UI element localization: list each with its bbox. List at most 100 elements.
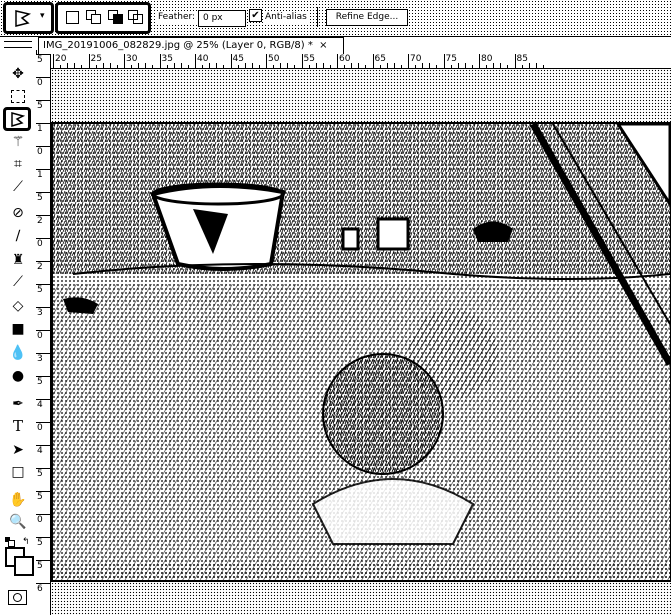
ruler-minor-tick: [365, 65, 367, 68]
toolbox-grip[interactable]: [4, 41, 32, 48]
document-tab[interactable]: IMG_20191006_082829.jpg @ 25% (Layer 0, …: [38, 37, 344, 54]
ruler-label: 5: [37, 101, 43, 111]
ruler-minor-tick: [109, 63, 111, 68]
ruler-tick: [36, 376, 50, 377]
ruler-label: 25: [90, 54, 102, 64]
ruler-label: 4: [37, 446, 43, 456]
ruler-tick: [36, 307, 50, 308]
ruler-minor-tick: [315, 63, 317, 68]
selection-mode-group: [55, 2, 151, 34]
ruler-tick: [36, 169, 50, 170]
ruler-tick: [36, 284, 50, 285]
ruler-tick: [124, 54, 125, 68]
pen-tool-icon[interactable]: ✒: [5, 394, 31, 414]
feather-input[interactable]: 0 px: [198, 10, 246, 27]
ruler-tick: [36, 353, 50, 354]
ruler-tick: [479, 54, 480, 68]
refine-edge-button[interactable]: Refine Edge...: [326, 9, 408, 26]
path-selection-tool-icon[interactable]: ➤: [5, 440, 31, 460]
ruler-tick: [36, 560, 50, 561]
ruler-label: 75: [445, 54, 457, 64]
ruler-tick: [36, 330, 50, 331]
ruler-label: 5: [37, 492, 43, 502]
type-tool-icon[interactable]: T: [5, 416, 31, 436]
brush-tool-icon[interactable]: ∕: [5, 226, 31, 246]
marquee-tool-icon[interactable]: [5, 86, 31, 106]
ruler-minor-tick: [145, 63, 147, 68]
ruler-minor-tick: [386, 63, 388, 68]
ruler-label: 6: [37, 584, 43, 594]
ruler-minor-tick: [500, 63, 502, 68]
ruler-minor-tick: [187, 65, 189, 68]
ruler-tick: [36, 514, 50, 515]
antialias-label: Anti-alias: [263, 11, 309, 24]
blur-tool-icon[interactable]: 💧: [5, 343, 31, 363]
ruler-tick: [301, 54, 303, 68]
crop-tool-icon[interactable]: ⌗: [5, 154, 31, 174]
ruler-minor-tick: [202, 65, 204, 68]
gradient-tool-icon[interactable]: ■: [5, 319, 31, 339]
ruler-tick: [53, 54, 54, 68]
ruler-minor-tick: [95, 65, 97, 68]
ruler-minor-tick: [251, 63, 253, 68]
healing-brush-tool-icon[interactable]: ⊘: [5, 203, 31, 223]
default-colors-icon[interactable]: [5, 537, 15, 547]
ruler-label: 5: [37, 469, 43, 479]
move-tool-icon[interactable]: ✥: [5, 64, 31, 84]
clone-stamp-tool-icon[interactable]: ♜: [5, 250, 31, 270]
divider: [317, 7, 318, 27]
new-selection-icon[interactable]: [66, 11, 79, 24]
document-image[interactable]: [51, 122, 671, 582]
ruler-minor-tick: [379, 65, 381, 68]
quick-mask-icon[interactable]: [8, 590, 27, 605]
ruler-label: 50: [268, 54, 280, 64]
ruler-tick: [36, 468, 50, 469]
document-title: IMG_20191006_082829.jpg @ 25% (Layer 0, …: [43, 40, 313, 51]
ruler-minor-tick: [152, 65, 154, 68]
swap-colors-icon[interactable]: ↰: [22, 537, 30, 547]
ruler-minor-tick: [507, 65, 509, 68]
ruler-tick: [230, 54, 232, 68]
ruler-label: 55: [303, 54, 315, 64]
ruler-minor-tick: [180, 63, 182, 68]
background-color-swatch[interactable]: [14, 556, 34, 576]
hand-tool-icon[interactable]: ✋: [5, 490, 31, 510]
ruler-minor-tick: [308, 65, 310, 68]
ruler-minor-tick: [450, 65, 452, 68]
ruler-tick: [159, 54, 161, 68]
rectangle-tool-icon[interactable]: □: [5, 462, 31, 482]
antialias-checkbox[interactable]: ✔: [249, 9, 262, 22]
ruler-tick: [36, 422, 50, 423]
tool-preset-picker[interactable]: ▾: [3, 2, 54, 34]
close-icon[interactable]: ×: [319, 40, 327, 51]
ruler-minor-tick: [166, 65, 168, 68]
ruler-minor-tick: [457, 63, 459, 68]
ruler-tick: [88, 54, 90, 68]
ruler-label: 0: [37, 423, 43, 433]
eyedropper-tool-icon[interactable]: ⟋: [5, 177, 31, 197]
ruler-minor-tick: [486, 65, 488, 68]
zoom-tool-icon[interactable]: 🔍: [5, 512, 31, 532]
ruler-minor-tick: [521, 65, 523, 68]
options-bar: ▾ Feather: 0 px ✔ Anti-alias Refine Edge…: [0, 0, 671, 37]
magic-wand-tool-icon[interactable]: ⚚: [5, 132, 31, 152]
ruler-label: 0: [37, 331, 43, 341]
ruler-minor-tick: [280, 63, 282, 68]
ruler-label: 1: [37, 124, 43, 134]
toolbox: ✥ ⚚ ⌗ ⟋ ⊘ ∕ ♜ ⟋ ◇ ■ 💧 ● ✒ T ➤ □ ✋ 🔍 ↰: [0, 41, 37, 615]
garden-photo: [53, 124, 670, 580]
polygonal-lasso-tool-icon[interactable]: [3, 107, 31, 131]
ruler-tick: [514, 54, 516, 68]
ruler-label: 35: [161, 54, 173, 64]
ruler-minor-tick: [322, 63, 324, 68]
ruler-label: 5: [37, 377, 43, 387]
history-brush-tool-icon[interactable]: ⟋: [5, 272, 31, 292]
horizontal-ruler: 20 25 30 35 40 45 50 55 60 65 70 75 80 85: [50, 54, 671, 69]
ruler-minor-tick: [209, 63, 211, 68]
polygonal-lasso-icon: [15, 10, 32, 27]
ruler-minor-tick: [493, 63, 495, 68]
ruler-minor-tick: [102, 63, 104, 68]
dodge-tool-icon[interactable]: ●: [5, 366, 31, 386]
ruler-minor-tick: [294, 65, 296, 68]
eraser-tool-icon[interactable]: ◇: [5, 296, 31, 316]
